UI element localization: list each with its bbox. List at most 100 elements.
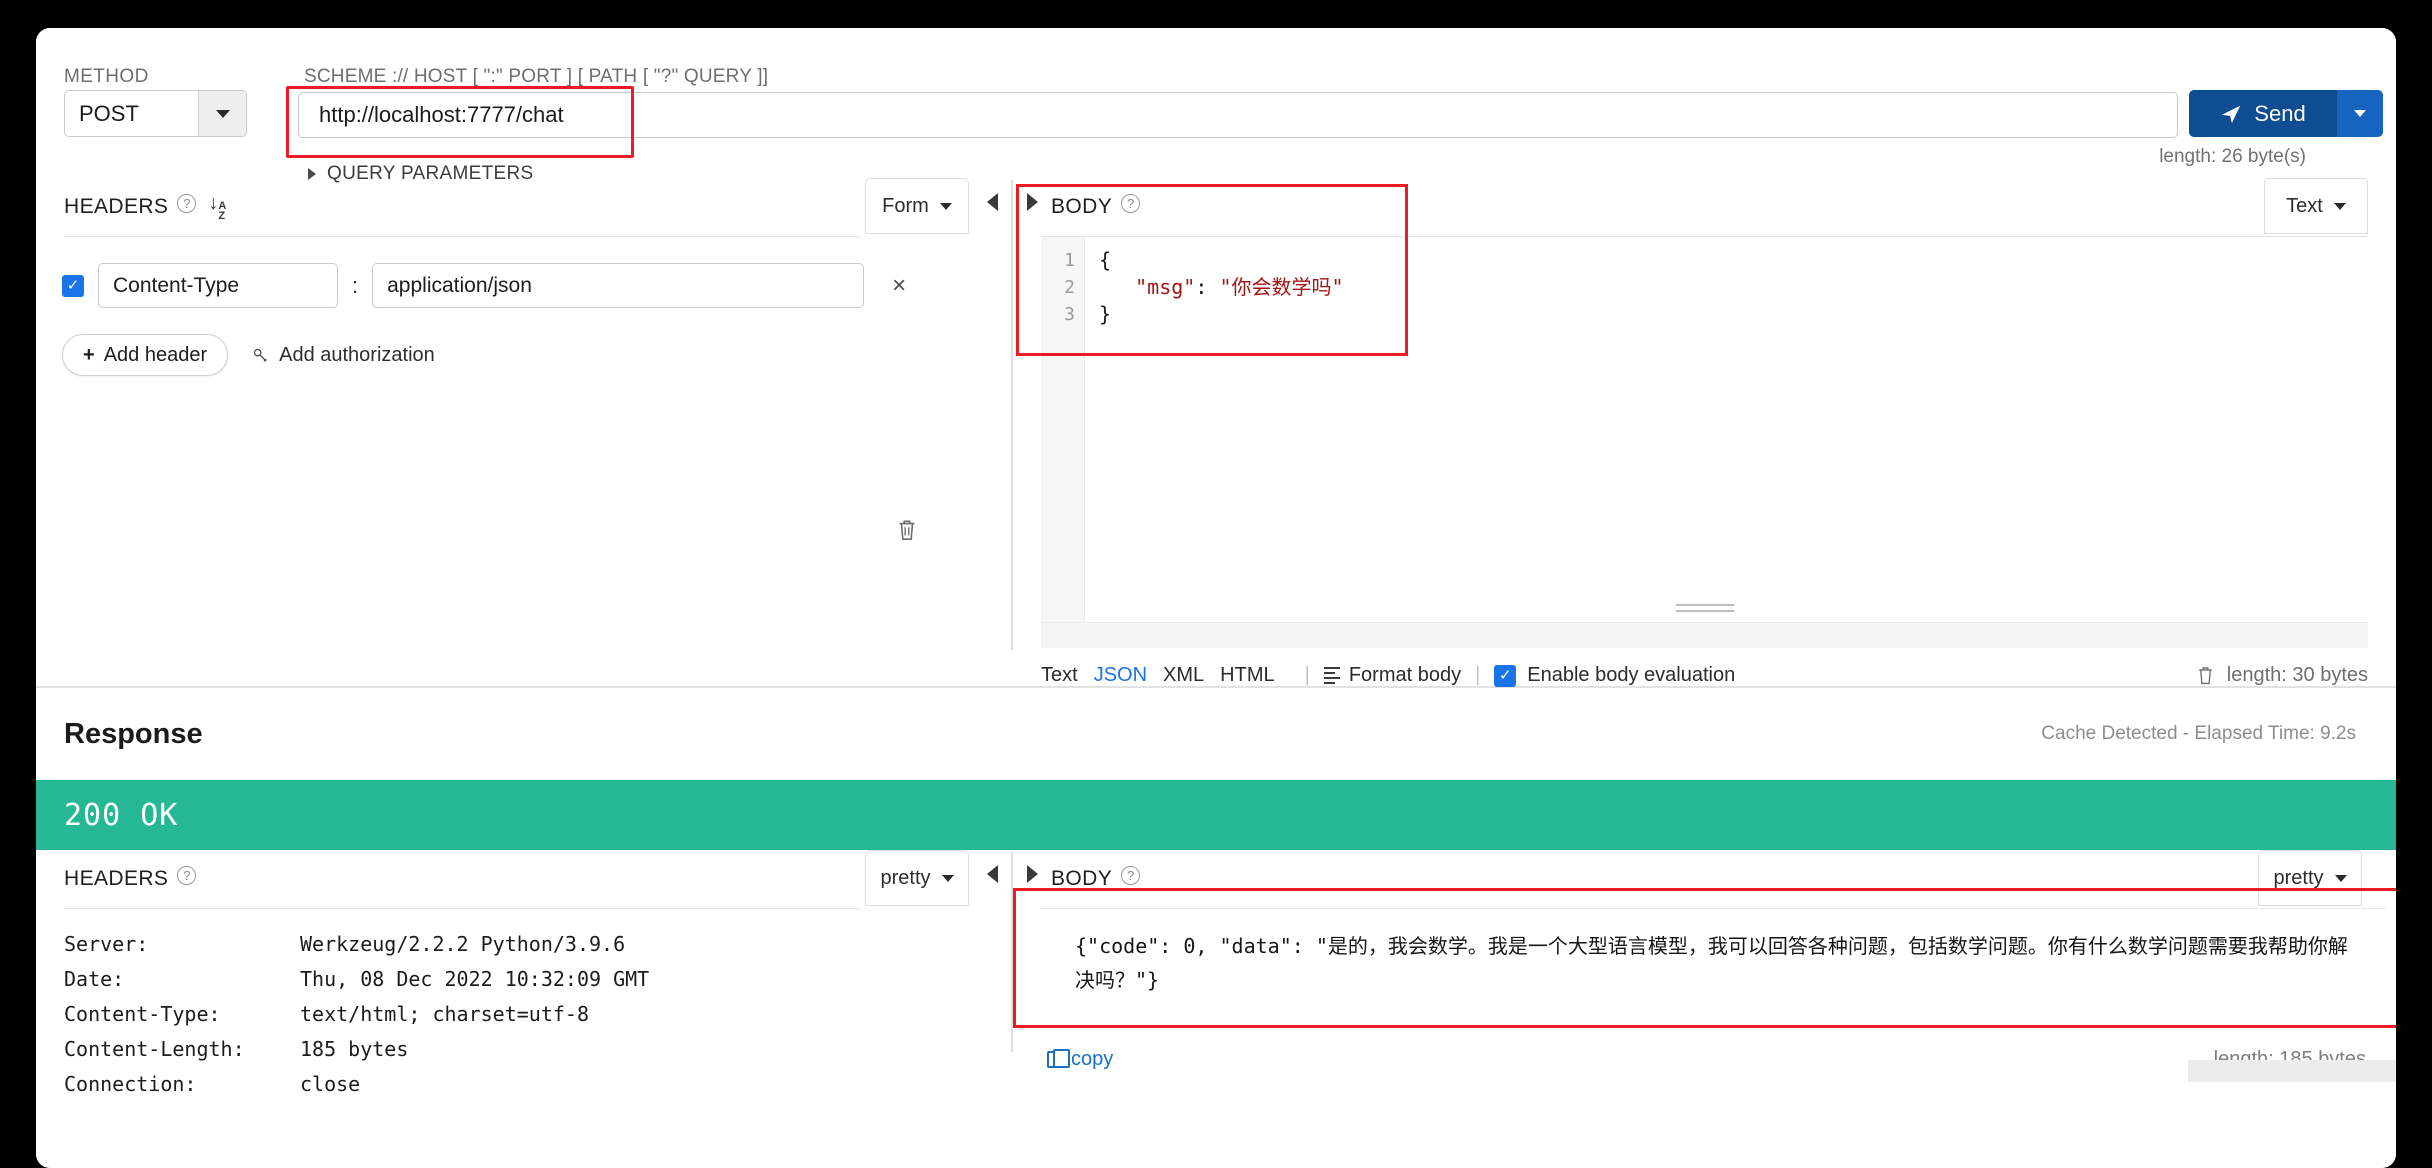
chevron-down-icon bbox=[215, 109, 230, 118]
table-row: Content-Type: text/html; charset=utf-8 bbox=[64, 997, 1011, 1032]
table-row: Content-Length: 185 bytes bbox=[64, 1032, 1011, 1067]
separator: | bbox=[1475, 664, 1481, 686]
triangle-right-icon bbox=[1026, 865, 1038, 883]
request-body-title: BODY bbox=[1051, 195, 1113, 218]
help-icon[interactable]: ? bbox=[177, 193, 197, 213]
method-value: POST bbox=[79, 100, 139, 126]
response-body-content-area: {"code": 0, "data": "是的，我会数学。我是一个大型语言模型，… bbox=[1041, 908, 2386, 1030]
request-headers-header: HEADERS ? ↓ A Z Form bbox=[36, 178, 1011, 236]
request-panes: HEADERS ? ↓ A Z Form ✓ Content-Type : ap… bbox=[36, 178, 2396, 688]
plus-icon: + bbox=[83, 343, 95, 366]
header-key: Date: bbox=[64, 967, 125, 991]
request-headers-title: HEADERS bbox=[64, 195, 169, 218]
response-headers-view-mode-label: pretty bbox=[880, 866, 931, 889]
header-value: close bbox=[300, 1072, 361, 1096]
chevron-down-icon bbox=[2333, 202, 2346, 210]
triangle-left-icon bbox=[986, 193, 998, 211]
trash-icon[interactable] bbox=[2196, 665, 2215, 686]
method-dropdown-caret[interactable] bbox=[198, 91, 246, 136]
help-icon[interactable]: ? bbox=[1121, 193, 1141, 213]
collapse-left-button[interactable] bbox=[977, 193, 1007, 211]
remove-header-button[interactable]: × bbox=[892, 272, 906, 300]
format-tab-json[interactable]: JSON bbox=[1094, 664, 1147, 687]
help-icon[interactable]: ? bbox=[177, 865, 197, 885]
request-headers-view-mode-label: Form bbox=[882, 194, 929, 217]
header-key-input[interactable]: Content-Type bbox=[98, 263, 338, 308]
chevron-down-icon bbox=[941, 874, 954, 882]
line-number: 3 bbox=[1064, 304, 1075, 325]
table-row: Date: Thu, 08 Dec 2022 10:32:09 GMT bbox=[64, 962, 1011, 997]
request-body-editor[interactable]: 1 2 3 { "msg": "你会数学吗" } bbox=[1041, 236, 2368, 622]
triangle-right-icon bbox=[1026, 193, 1038, 211]
paper-plane-icon bbox=[2222, 105, 2241, 123]
format-tab-xml[interactable]: XML bbox=[1163, 664, 1204, 687]
editor-resize-grip[interactable] bbox=[1675, 604, 1734, 616]
request-body-view-mode[interactable]: Text bbox=[2264, 178, 2368, 234]
header-actions: + Add header Add authorization bbox=[36, 308, 1011, 376]
enable-body-evaluation-label: Enable body evaluation bbox=[1527, 664, 1736, 686]
format-body-button[interactable]: Format body bbox=[1323, 664, 1461, 687]
key-icon bbox=[253, 348, 267, 362]
add-header-label: Add header bbox=[103, 343, 208, 366]
format-tab-text[interactable]: Text bbox=[1041, 664, 1078, 687]
header-enabled-checkbox[interactable]: ✓ bbox=[62, 274, 84, 297]
request-body-footer: length: 30 bytes bbox=[2196, 664, 2368, 687]
header-key: Server: bbox=[64, 932, 149, 956]
response-body-text: {"code": 0, "data": "是的，我会数学。我是一个大型语言模型，… bbox=[1075, 934, 2348, 992]
header-value-input[interactable]: application/json bbox=[372, 263, 865, 308]
help-icon[interactable]: ? bbox=[1121, 865, 1141, 885]
add-authorization-button[interactable]: Add authorization bbox=[252, 344, 435, 367]
header-colon: : bbox=[352, 272, 359, 298]
copy-button[interactable]: copy bbox=[1047, 1048, 1113, 1071]
format-lines-icon bbox=[1323, 667, 1340, 684]
enable-body-evaluation[interactable]: ✓ Enable body evaluation bbox=[1494, 664, 1735, 687]
add-authorization-label: Add authorization bbox=[279, 343, 435, 366]
request-headers-view-mode[interactable]: Form bbox=[865, 178, 969, 234]
header-key: Content-Type: bbox=[64, 1002, 221, 1026]
horizontal-scrollbar[interactable] bbox=[2188, 1060, 2396, 1082]
response-headers-view-mode[interactable]: pretty bbox=[865, 850, 969, 906]
trash-icon bbox=[899, 520, 915, 540]
response-headers-table: Server: Werkzeug/2.2.2 Python/3.9.6 Date… bbox=[36, 909, 1011, 1102]
header-value: Werkzeug/2.2.2 Python/3.9.6 bbox=[300, 932, 626, 956]
editor-code[interactable]: { "msg": "你会数学吗" } bbox=[1085, 237, 2368, 622]
enable-body-evaluation-checkbox[interactable]: ✓ bbox=[1494, 664, 1517, 687]
collapse-left-button[interactable] bbox=[977, 865, 1007, 883]
response-title: Response bbox=[64, 717, 203, 750]
response-headers-title: HEADERS bbox=[64, 867, 169, 890]
response-body-view-mode[interactable]: pretty bbox=[2258, 850, 2362, 906]
add-header-button[interactable]: + Add header bbox=[62, 334, 229, 376]
response-header: Response Cache Detected - Elapsed Time: … bbox=[36, 688, 2396, 780]
url-bar: METHOD SCHEME :// HOST [ ":" PORT ] [ PA… bbox=[36, 28, 2396, 184]
copy-icon bbox=[1047, 1049, 1070, 1068]
table-row: Server: Werkzeug/2.2.2 Python/3.9.6 bbox=[64, 927, 1011, 962]
expand-right-button[interactable] bbox=[1017, 865, 1047, 883]
line-number: 2 bbox=[1064, 277, 1075, 298]
header-value: text/html; charset=utf-8 bbox=[300, 1002, 589, 1026]
request-url-length: length: 26 byte(s) bbox=[2159, 146, 2306, 167]
line-number: 1 bbox=[1064, 250, 1075, 271]
scheme-hint-label: SCHEME :// HOST [ ":" PORT ] [ PATH [ "?… bbox=[304, 66, 769, 87]
separator: | bbox=[1304, 664, 1310, 686]
editor-gutter: 1 2 3 bbox=[1041, 237, 1085, 622]
send-button-group[interactable]: Send bbox=[2189, 90, 2383, 137]
request-body-view-mode-label: Text bbox=[2286, 194, 2323, 217]
method-select[interactable]: POST bbox=[64, 90, 247, 137]
request-body-toolbar: Text JSON XML HTML | Format body | ✓ Ena… bbox=[1013, 648, 2396, 687]
url-input[interactable]: http://localhost:7777/chat bbox=[298, 92, 2178, 138]
sort-az-icon[interactable]: ↓ A Z bbox=[208, 193, 226, 222]
clear-headers-button[interactable] bbox=[896, 518, 918, 549]
code-line-2-key: "msg" bbox=[1135, 275, 1196, 299]
format-tab-html[interactable]: HTML bbox=[1220, 664, 1274, 687]
response-panes: HEADERS ? pretty Server: Werkzeug/2.2.2 … bbox=[36, 850, 2396, 1096]
rest-client-window: METHOD SCHEME :// HOST [ ":" PORT ] [ PA… bbox=[36, 28, 2396, 1168]
table-row: Connection: close bbox=[64, 1067, 1011, 1102]
request-section: METHOD SCHEME :// HOST [ ":" PORT ] [ PA… bbox=[36, 28, 2396, 688]
response-section: Response Cache Detected - Elapsed Time: … bbox=[36, 688, 2396, 1168]
response-headers-pane: HEADERS ? pretty Server: Werkzeug/2.2.2 … bbox=[36, 850, 1011, 1096]
send-options-button[interactable] bbox=[2337, 90, 2383, 137]
send-button[interactable]: Send bbox=[2189, 90, 2337, 137]
expand-right-button[interactable] bbox=[1017, 193, 1047, 211]
header-value: Thu, 08 Dec 2022 10:32:09 GMT bbox=[300, 967, 650, 991]
header-row: ✓ Content-Type : application/json × bbox=[36, 237, 1011, 308]
